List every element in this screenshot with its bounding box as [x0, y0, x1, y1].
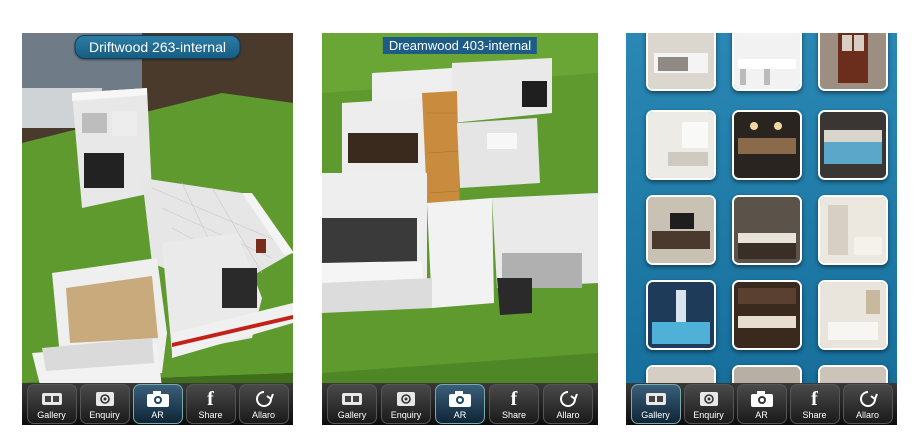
tab-share[interactable]: f Share — [789, 384, 840, 424]
driftwood-3d-model-view — [22, 33, 293, 425]
tab-allaro[interactable]: Allaro — [238, 384, 289, 424]
tab-enquiry[interactable]: Enquiry — [381, 384, 431, 424]
dreamwood-ar-screen: Dreamwood 403-internal Gallery Enquiry A… — [322, 33, 598, 425]
driftwood-ar-screen: Driftwood 263-internal Gallery Enquiry A… — [22, 33, 293, 425]
gallery-thumbnail[interactable] — [646, 33, 716, 91]
tab-ar[interactable]: AR — [435, 384, 485, 424]
tab-share-label: Share — [802, 409, 827, 420]
bottom-tab-bar: Gallery Enquiry AR f Share Allaro — [22, 383, 293, 425]
tab-ar-label: AR — [755, 409, 768, 420]
bottom-tab-bar: Gallery Enquiry AR f Share Allaro — [322, 383, 598, 425]
facebook-icon: f — [510, 387, 518, 410]
tab-allaro-label: Allaro — [251, 409, 275, 420]
tab-allaro-label: Allaro — [855, 409, 879, 420]
gallery-thumbnail[interactable] — [818, 110, 888, 180]
tab-enquiry-label: Enquiry — [89, 409, 120, 420]
tab-allaro[interactable]: Allaro — [543, 384, 593, 424]
tab-ar[interactable]: AR — [736, 384, 787, 424]
tab-ar-label: AR — [453, 409, 467, 420]
gallery-thumbnail[interactable] — [818, 33, 888, 91]
film-icon — [645, 389, 667, 409]
dreamwood-3d-model-view — [322, 33, 598, 425]
tab-gallery[interactable]: Gallery — [26, 384, 77, 424]
gallery-thumbnail[interactable] — [646, 195, 716, 265]
gallery-thumbnail[interactable] — [732, 280, 802, 350]
tab-enquiry[interactable]: Enquiry — [79, 384, 130, 424]
film-icon — [41, 389, 63, 409]
allaro-icon — [254, 389, 274, 409]
tab-share[interactable]: f Share — [185, 384, 236, 424]
at-icon — [94, 389, 116, 409]
camera-icon — [750, 389, 774, 409]
camera-icon — [146, 389, 170, 409]
tab-enquiry-label: Enquiry — [693, 409, 724, 420]
allaro-icon — [558, 389, 578, 409]
tab-allaro[interactable]: Allaro — [842, 384, 893, 424]
model-title: Dreamwood 403-internal — [382, 37, 538, 54]
tab-share-label: Share — [198, 409, 223, 420]
gallery-thumbnail[interactable] — [646, 365, 716, 383]
tab-gallery[interactable]: Gallery — [630, 384, 681, 424]
tab-gallery-label: Gallery — [37, 409, 66, 420]
gallery-thumbnail[interactable] — [732, 110, 802, 180]
tab-gallery[interactable]: Gallery — [327, 384, 377, 424]
tab-ar[interactable]: AR — [132, 384, 183, 424]
film-icon — [341, 389, 363, 409]
gallery-thumbnail[interactable] — [646, 280, 716, 350]
bottom-tab-bar: Gallery Enquiry AR f Share Allaro — [626, 383, 897, 425]
model-title: Driftwood 263-internal — [74, 35, 241, 59]
tab-allaro-label: Allaro — [556, 409, 580, 420]
gallery-grid — [626, 33, 897, 383]
gallery-thumbnail[interactable] — [818, 365, 888, 383]
tab-enquiry-label: Enquiry — [390, 409, 422, 420]
gallery-thumbnail[interactable] — [732, 33, 802, 91]
tab-gallery-label: Gallery — [641, 409, 670, 420]
tab-enquiry[interactable]: Enquiry — [683, 384, 734, 424]
gallery-thumbnail[interactable] — [732, 365, 802, 383]
gallery-thumbnail[interactable] — [646, 110, 716, 180]
tab-share-label: Share — [501, 409, 527, 420]
gallery-thumbnail[interactable] — [732, 195, 802, 265]
at-icon — [395, 389, 417, 409]
tab-gallery-label: Gallery — [337, 409, 367, 420]
tab-ar-label: AR — [151, 409, 164, 420]
facebook-icon: f — [811, 387, 818, 410]
camera-icon — [448, 389, 472, 409]
gallery-screen: Gallery Enquiry AR f Share Allaro — [626, 33, 897, 425]
gallery-thumbnail[interactable] — [818, 195, 888, 265]
allaro-icon — [858, 389, 878, 409]
gallery-thumbnail[interactable] — [818, 280, 888, 350]
tab-share[interactable]: f Share — [489, 384, 539, 424]
facebook-icon: f — [207, 387, 214, 410]
at-icon — [698, 389, 720, 409]
